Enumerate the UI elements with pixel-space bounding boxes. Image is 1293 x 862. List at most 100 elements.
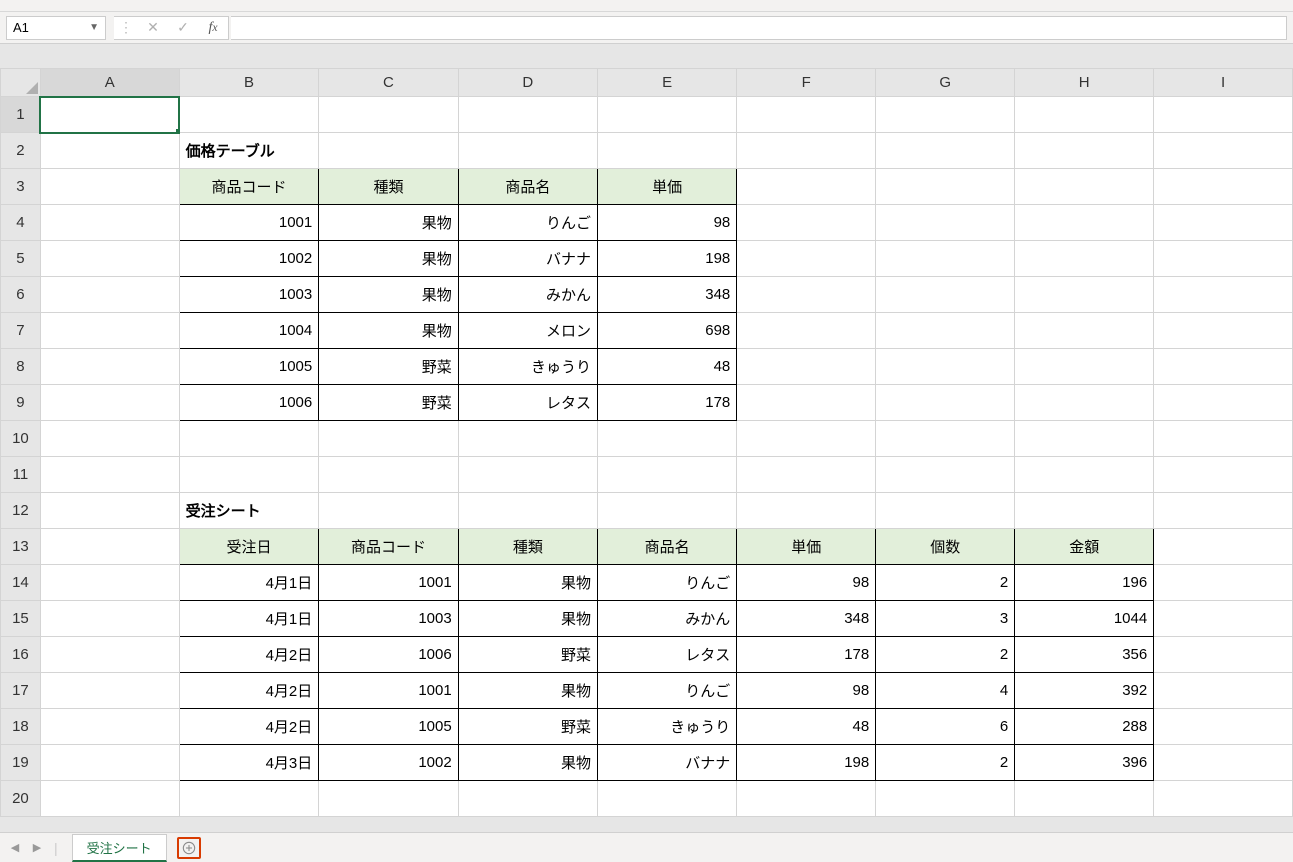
cell[interactable] bbox=[458, 133, 597, 169]
cell[interactable] bbox=[319, 493, 458, 529]
column-header[interactable]: E bbox=[597, 69, 736, 97]
row-header[interactable]: 3 bbox=[1, 169, 41, 205]
table2-header[interactable]: 金額 bbox=[1015, 529, 1154, 565]
cell[interactable] bbox=[737, 457, 876, 493]
cell[interactable] bbox=[597, 493, 736, 529]
cell[interactable] bbox=[179, 421, 319, 457]
table2-cell[interactable]: 288 bbox=[1015, 709, 1154, 745]
cell[interactable] bbox=[876, 349, 1015, 385]
table2-cell[interactable]: 98 bbox=[737, 673, 876, 709]
table1-cell[interactable]: バナナ bbox=[458, 241, 597, 277]
row-header[interactable]: 2 bbox=[1, 133, 41, 169]
cell[interactable] bbox=[1015, 457, 1154, 493]
cell[interactable] bbox=[737, 349, 876, 385]
table2-header[interactable]: 個数 bbox=[876, 529, 1015, 565]
cell[interactable] bbox=[1154, 781, 1293, 817]
cell[interactable] bbox=[737, 493, 876, 529]
cell[interactable] bbox=[40, 673, 179, 709]
table2-cell[interactable]: 果物 bbox=[458, 745, 597, 781]
cell[interactable] bbox=[1154, 277, 1293, 313]
cell[interactable] bbox=[1015, 421, 1154, 457]
table2-header[interactable]: 単価 bbox=[737, 529, 876, 565]
add-sheet-button[interactable] bbox=[177, 837, 201, 859]
cell[interactable] bbox=[876, 385, 1015, 421]
row-header[interactable]: 7 bbox=[1, 313, 41, 349]
cell[interactable] bbox=[40, 601, 179, 637]
cell[interactable] bbox=[737, 241, 876, 277]
cell[interactable] bbox=[1015, 241, 1154, 277]
cell[interactable] bbox=[1154, 421, 1293, 457]
table1-cell[interactable]: 1004 bbox=[179, 313, 319, 349]
table2-cell[interactable]: 348 bbox=[737, 601, 876, 637]
cell[interactable] bbox=[1015, 781, 1154, 817]
table1-header[interactable]: 商品コード bbox=[179, 169, 319, 205]
cell-A1[interactable] bbox=[40, 97, 179, 133]
cell[interactable] bbox=[597, 421, 736, 457]
table2-cell[interactable]: 果物 bbox=[458, 673, 597, 709]
row-header[interactable]: 13 bbox=[1, 529, 41, 565]
table2-cell[interactable]: 果物 bbox=[458, 601, 597, 637]
table2-cell[interactable]: 1001 bbox=[319, 565, 458, 601]
table2-cell[interactable]: 4 bbox=[876, 673, 1015, 709]
insert-function-button[interactable]: fx bbox=[198, 16, 228, 40]
table2-cell[interactable]: 4月3日 bbox=[179, 745, 319, 781]
cell[interactable] bbox=[876, 169, 1015, 205]
table2-cell[interactable]: 4月2日 bbox=[179, 637, 319, 673]
row-header[interactable]: 6 bbox=[1, 277, 41, 313]
cell[interactable] bbox=[40, 277, 179, 313]
cell[interactable] bbox=[1154, 349, 1293, 385]
table2-cell[interactable]: 4月2日 bbox=[179, 673, 319, 709]
table1-cell[interactable]: 果物 bbox=[319, 277, 458, 313]
cell[interactable] bbox=[737, 421, 876, 457]
cell[interactable] bbox=[876, 205, 1015, 241]
cell[interactable] bbox=[597, 133, 736, 169]
cell[interactable] bbox=[876, 781, 1015, 817]
cell[interactable] bbox=[179, 97, 319, 133]
cell[interactable] bbox=[1015, 349, 1154, 385]
table1-cell[interactable]: メロン bbox=[458, 313, 597, 349]
column-header[interactable]: G bbox=[876, 69, 1015, 97]
cell[interactable] bbox=[1154, 745, 1293, 781]
cell[interactable] bbox=[876, 277, 1015, 313]
cell[interactable] bbox=[1015, 313, 1154, 349]
table1-cell[interactable]: 果物 bbox=[319, 241, 458, 277]
cell[interactable] bbox=[1154, 529, 1293, 565]
table2-cell[interactable]: 1005 bbox=[319, 709, 458, 745]
table2-cell[interactable]: 3 bbox=[876, 601, 1015, 637]
table1-cell[interactable]: 1005 bbox=[179, 349, 319, 385]
cell[interactable] bbox=[40, 205, 179, 241]
table2-cell[interactable]: 1003 bbox=[319, 601, 458, 637]
cell[interactable] bbox=[1154, 601, 1293, 637]
row-header[interactable]: 18 bbox=[1, 709, 41, 745]
table2-cell[interactable]: 1006 bbox=[319, 637, 458, 673]
cell[interactable] bbox=[40, 565, 179, 601]
table2-cell[interactable]: 356 bbox=[1015, 637, 1154, 673]
cell[interactable] bbox=[876, 97, 1015, 133]
table2-cell[interactable]: 396 bbox=[1015, 745, 1154, 781]
cell[interactable] bbox=[40, 493, 179, 529]
table1-title[interactable]: 価格テーブル bbox=[179, 133, 319, 169]
table1-header[interactable]: 種類 bbox=[319, 169, 458, 205]
row-header[interactable]: 9 bbox=[1, 385, 41, 421]
table1-cell[interactable]: 698 bbox=[597, 313, 736, 349]
cell[interactable] bbox=[458, 421, 597, 457]
cell[interactable] bbox=[319, 457, 458, 493]
cell[interactable] bbox=[40, 385, 179, 421]
cell[interactable] bbox=[737, 277, 876, 313]
table2-cell[interactable]: りんご bbox=[597, 673, 736, 709]
cell[interactable] bbox=[179, 781, 319, 817]
cell[interactable] bbox=[737, 205, 876, 241]
row-header[interactable]: 14 bbox=[1, 565, 41, 601]
cell[interactable] bbox=[40, 745, 179, 781]
table1-cell[interactable]: 178 bbox=[597, 385, 736, 421]
table1-cell[interactable]: 果物 bbox=[319, 205, 458, 241]
table1-cell[interactable]: 1001 bbox=[179, 205, 319, 241]
cell[interactable] bbox=[1154, 205, 1293, 241]
cell[interactable] bbox=[737, 133, 876, 169]
formula-input[interactable] bbox=[231, 16, 1287, 40]
cell[interactable] bbox=[876, 457, 1015, 493]
cell[interactable] bbox=[1015, 277, 1154, 313]
cell[interactable] bbox=[40, 709, 179, 745]
cell[interactable] bbox=[1154, 385, 1293, 421]
row-header[interactable]: 8 bbox=[1, 349, 41, 385]
